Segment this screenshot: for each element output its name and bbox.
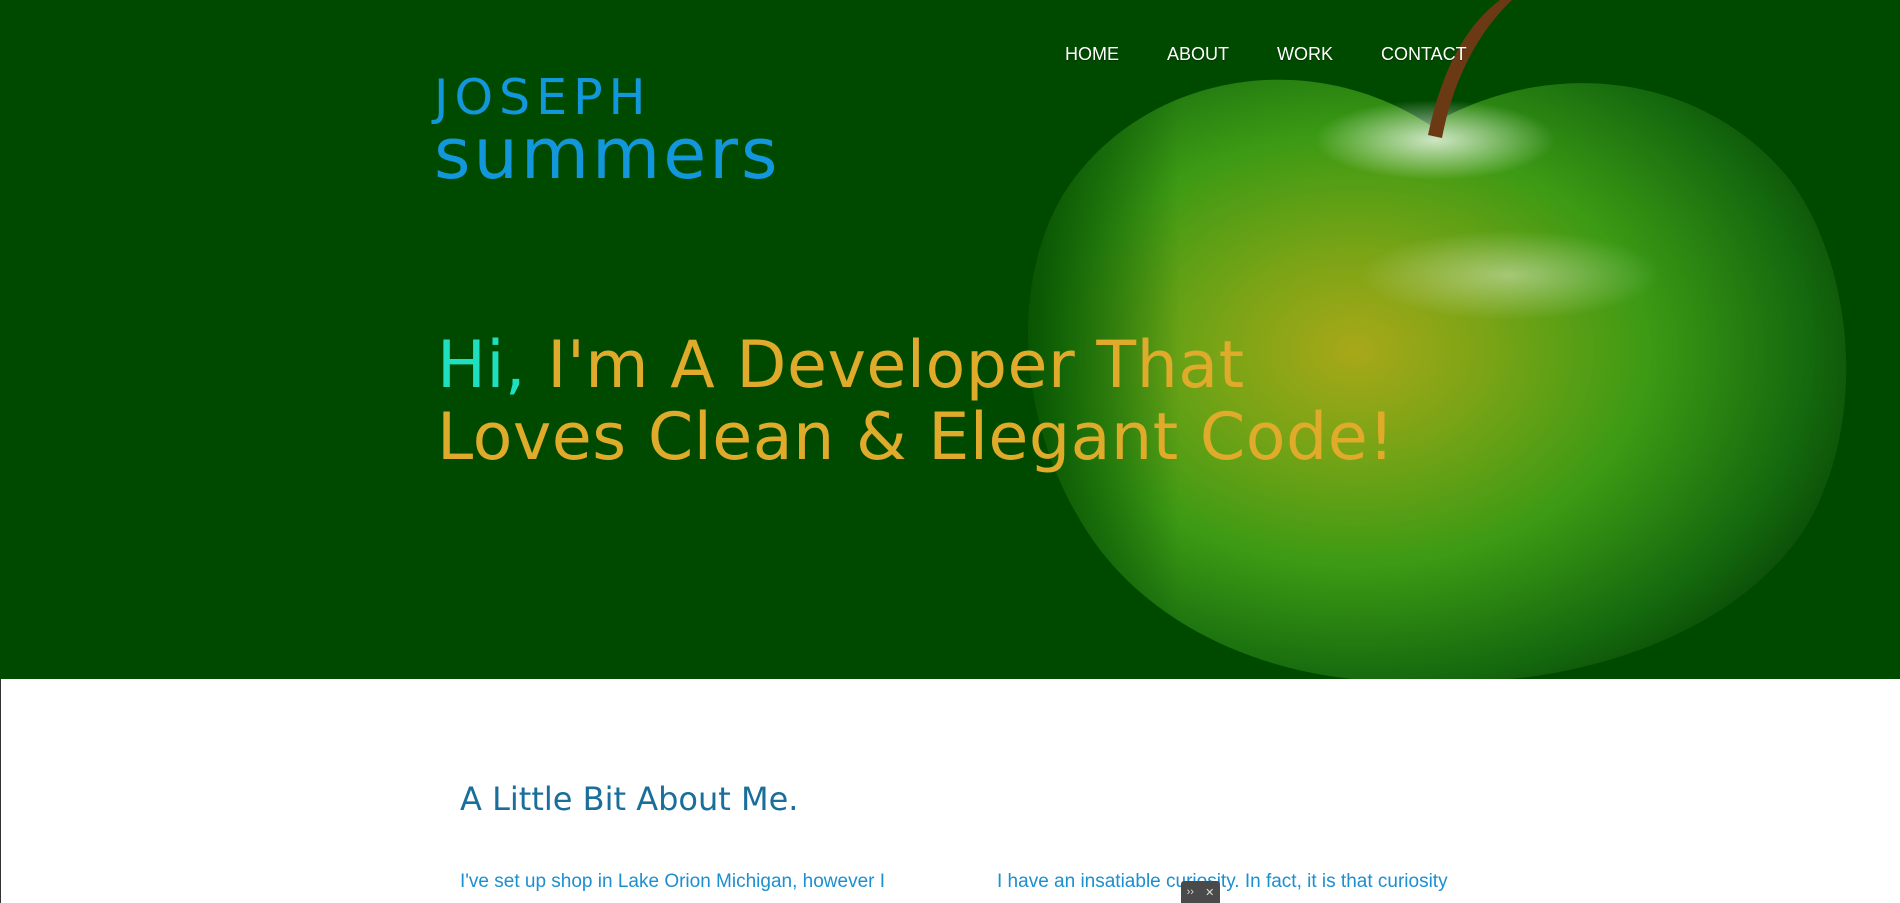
logo-last-name: summers — [434, 113, 781, 195]
hero-greeting: Hi, — [437, 328, 527, 403]
floating-toolbar: ›› ✕ — [1181, 881, 1220, 903]
about-heading: A Little Bit About Me. — [460, 780, 799, 818]
about-text-column-1: I've set up shop in Lake Orion Michigan,… — [460, 871, 886, 892]
site-logo[interactable]: joseph summers — [434, 55, 781, 195]
hero-section: joseph summers HOME ABOUT WORK CONTACT H… — [0, 0, 1900, 679]
page-edge-divider — [0, 679, 1, 903]
about-text-column-2: I have an insatiable curiosity. In fact,… — [997, 871, 1448, 892]
expand-icon[interactable]: ›› — [1187, 886, 1194, 898]
main-navigation: HOME ABOUT WORK CONTACT — [1065, 44, 1515, 65]
hero-headline: Hi, I'm A Developer That Loves Clean & E… — [437, 330, 1395, 474]
nav-work-link[interactable]: WORK — [1277, 44, 1333, 65]
close-icon[interactable]: ✕ — [1205, 886, 1214, 899]
hero-line1: I'm A Developer That — [526, 328, 1245, 403]
nav-contact-link[interactable]: CONTACT — [1381, 44, 1467, 65]
nav-about-link[interactable]: ABOUT — [1167, 44, 1229, 65]
hero-line2: Loves Clean & Elegant Code! — [437, 400, 1395, 475]
nav-home-link[interactable]: HOME — [1065, 44, 1119, 65]
